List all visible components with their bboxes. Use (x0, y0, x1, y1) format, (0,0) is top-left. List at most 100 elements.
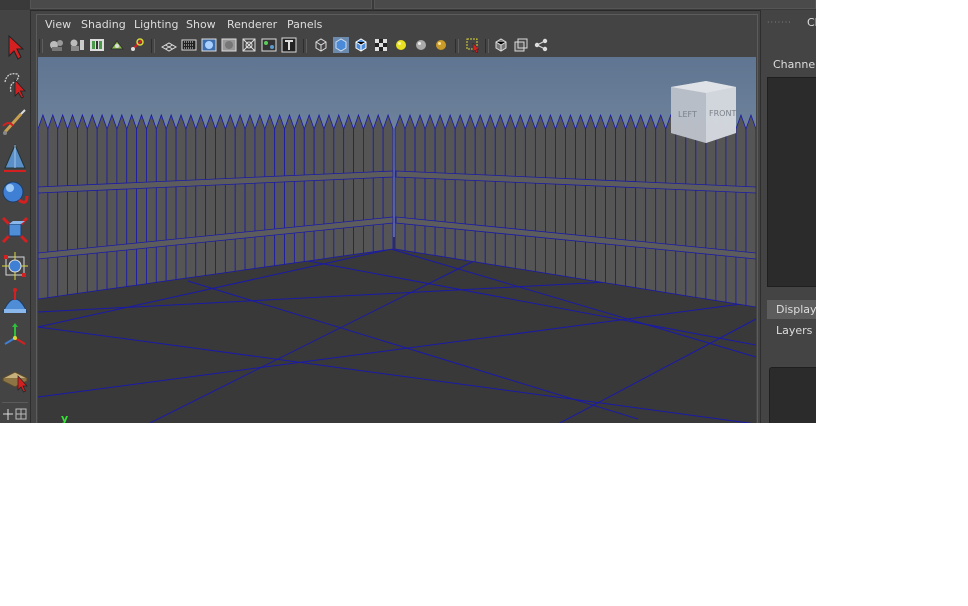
film-gate-icon[interactable] (181, 37, 197, 53)
fence-picket (323, 113, 335, 260)
fence-picket (745, 113, 756, 308)
fence-picket (155, 113, 167, 283)
fence-picket (625, 113, 637, 289)
fence-picket (735, 113, 747, 306)
toolbar-divider (455, 39, 459, 53)
maya-window: View Shading Lighting Show Renderer Pane… (0, 0, 816, 423)
fence-picket (394, 113, 406, 252)
toolbar-divider (151, 39, 155, 53)
fence-picket (705, 113, 717, 302)
tab-display[interactable]: Display (767, 300, 816, 319)
menu-shading[interactable]: Shading (81, 18, 126, 31)
layer-list[interactable] (769, 367, 816, 423)
isolate-select-icon[interactable] (465, 37, 481, 53)
safe-action-icon[interactable] (261, 37, 277, 53)
view-cube[interactable]: LEFT FRONT (671, 81, 736, 143)
select-camera-icon[interactable] (49, 37, 65, 53)
field-chart-icon[interactable] (241, 37, 257, 53)
fence-picket (303, 113, 315, 262)
menu-panels[interactable]: Panels (287, 18, 322, 31)
fence-picket (215, 113, 226, 275)
fence-picket (595, 113, 606, 284)
xray-icon[interactable] (493, 37, 509, 53)
scene-canvas[interactable]: LEFT FRONT (38, 57, 756, 423)
last-tool-used-icon[interactable] (1, 362, 29, 394)
menu-view[interactable]: View (45, 18, 71, 31)
fence-picket (195, 113, 207, 278)
fence-picket (175, 113, 187, 281)
fence-picket (57, 113, 68, 297)
fence-picket (695, 113, 707, 300)
fence-picket (715, 113, 727, 303)
bookmarks-icon[interactable] (89, 37, 105, 53)
resolution-gate-icon[interactable] (201, 37, 217, 53)
rotate-tool-icon[interactable] (1, 178, 29, 210)
layout-icons[interactable] (1, 406, 29, 423)
menu-renderer[interactable]: Renderer (227, 18, 277, 31)
safe-title-icon[interactable] (281, 37, 297, 53)
view-cube-front-label[interactable]: FRONT (709, 109, 736, 118)
fence-picket (675, 113, 687, 297)
fence-picket (494, 113, 506, 268)
menu-lighting[interactable]: Lighting (134, 18, 178, 31)
default-lighting-icon[interactable] (393, 37, 409, 53)
image-plane-icon[interactable] (109, 37, 125, 53)
toolbar-divider (39, 39, 43, 53)
fence-picket (464, 113, 476, 263)
fence-picket (524, 113, 536, 273)
backface-culling-icon[interactable] (533, 37, 549, 53)
fence-picket (264, 113, 276, 268)
view-cube-left-label[interactable]: LEFT (678, 110, 697, 119)
3d-viewport[interactable]: LEFT FRONT y (38, 57, 756, 423)
status-line-field (30, 0, 372, 9)
fence-picket (372, 113, 384, 253)
channels-menu[interactable]: Channels (773, 58, 816, 71)
fence-picket (635, 113, 647, 290)
fence-picket (484, 113, 496, 266)
soft-modification-icon[interactable] (1, 286, 29, 318)
wireframe-icon[interactable] (313, 37, 329, 53)
fence-picket (615, 113, 627, 287)
tool-box (0, 10, 31, 423)
fence-picket (313, 113, 325, 261)
high-quality-icon[interactable] (433, 37, 449, 53)
channel-box[interactable] (767, 77, 816, 287)
scale-tool-icon[interactable] (1, 214, 29, 246)
fence-picket (106, 113, 118, 290)
layers-menu[interactable]: Layers (776, 324, 812, 337)
fence-picket (434, 113, 446, 258)
fence-picket (234, 113, 246, 272)
fence-picket (86, 113, 98, 293)
fence-picket (96, 113, 108, 292)
toolbar-divider (485, 39, 489, 53)
perspective-panel: View Shading Lighting Show Renderer Pane… (36, 14, 758, 423)
fence-picket (454, 113, 466, 261)
tab-display-label: Display (776, 303, 816, 316)
textured-icon[interactable] (373, 37, 389, 53)
select-tool-icon[interactable] (1, 30, 29, 62)
dock-grip-icon[interactable]: ······· (767, 18, 792, 27)
gate-mask-icon[interactable] (221, 37, 237, 53)
universal-manipulator-icon[interactable] (1, 250, 29, 282)
move-tool-icon[interactable] (1, 142, 29, 174)
paint-select-tool-icon[interactable] (1, 106, 29, 138)
xray-joints-icon[interactable] (513, 37, 529, 53)
fence-picket (284, 113, 295, 265)
fence-picket (382, 113, 394, 251)
fence-picket (77, 113, 88, 294)
smooth-shade-icon[interactable] (333, 37, 349, 53)
2d-pan-zoom-icon[interactable] (129, 37, 145, 53)
axis-indicator-y: y (61, 412, 69, 423)
grid-icon[interactable] (161, 37, 177, 53)
fence-picket (343, 113, 354, 257)
fence-picket (685, 113, 697, 298)
fence-picket (126, 113, 138, 287)
status-line-field (374, 0, 816, 9)
menu-show[interactable]: Show (186, 18, 216, 31)
fence-picket (414, 113, 426, 255)
shadows-icon[interactable] (413, 37, 429, 53)
wireframe-on-shaded-icon[interactable] (353, 37, 369, 53)
show-manipulator-icon[interactable] (1, 322, 29, 354)
lasso-tool-icon[interactable] (1, 68, 29, 100)
camera-attributes-icon[interactable] (69, 37, 85, 53)
